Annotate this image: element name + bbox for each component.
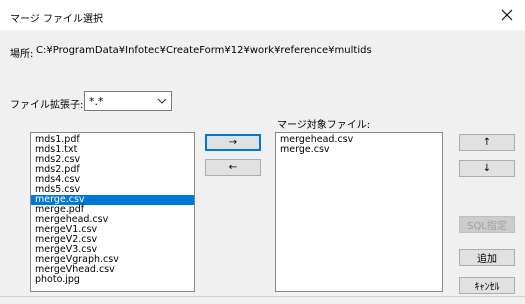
location-label: 場所: (10, 49, 34, 60)
target-list-item[interactable]: merge.csv (276, 145, 442, 155)
source-list-item[interactable]: photo.jpg (31, 275, 194, 285)
location-path: C:¥ProgramData¥Infotec¥CreateForm¥12¥wor… (36, 45, 372, 56)
target-list-label: マージ対象ファイル: (277, 120, 371, 131)
window-title: マージ ファイル選択 (10, 14, 103, 25)
chevron-down-icon (157, 98, 167, 104)
move-down-button[interactable]: ↓ (459, 160, 515, 177)
title-bar: マージ ファイル選択 (0, 0, 525, 30)
close-button[interactable] (489, 0, 525, 30)
bottom-divider (0, 296, 525, 297)
source-file-list[interactable]: mds1.pdf mds1.txt mds2.csv mds2.pdf mds4.csv… (30, 132, 195, 292)
target-file-list[interactable]: mergehead.csv merge.csv (275, 132, 443, 292)
close-icon (501, 9, 513, 21)
extension-label: ファイル拡張子: (10, 100, 84, 111)
cancel-button[interactable]: ｷｬﾝｾﾙ (459, 277, 515, 294)
move-up-button[interactable]: ↑ (459, 134, 515, 151)
extension-value: *.* (89, 95, 104, 108)
remove-from-target-button[interactable]: ← (205, 159, 261, 176)
add-button[interactable]: 追加 (459, 249, 515, 266)
extension-select[interactable]: *.* (84, 91, 172, 111)
sql-button[interactable]: SQL指定 (459, 216, 515, 233)
add-to-target-button[interactable]: → (205, 134, 261, 151)
